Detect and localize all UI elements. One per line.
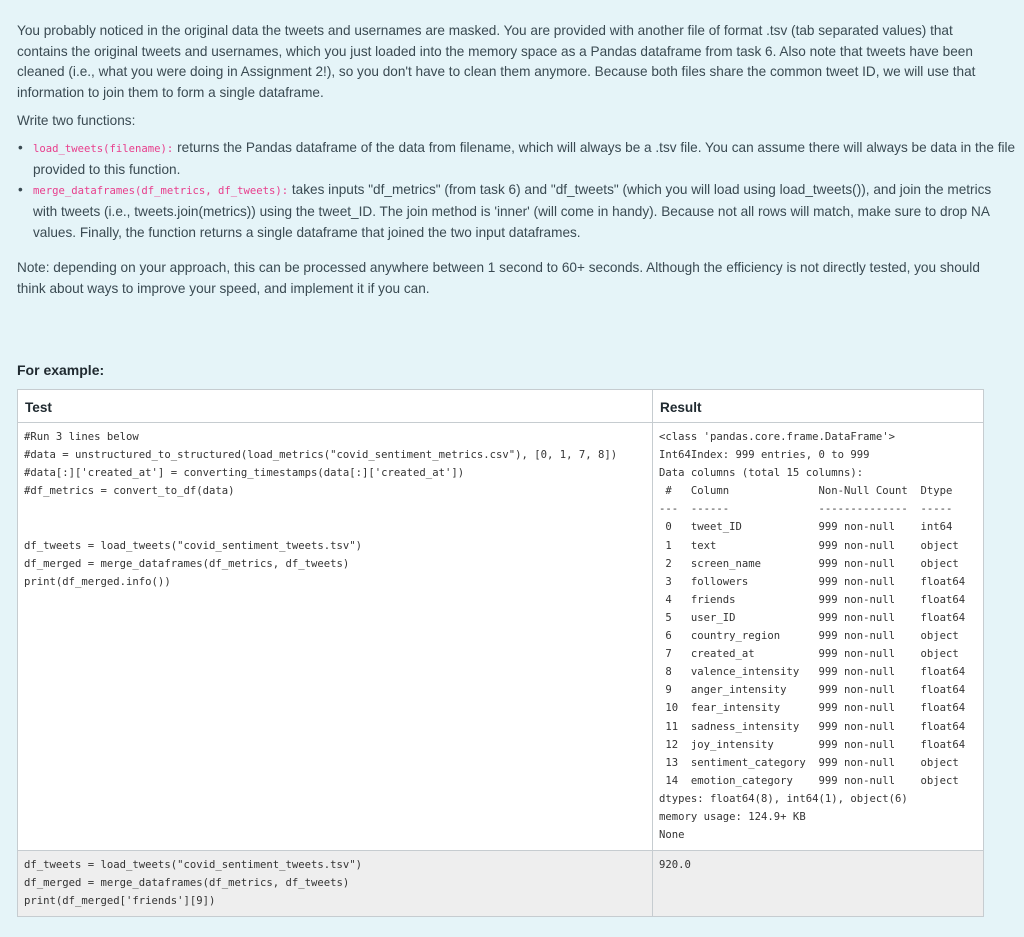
bullet-icon: • [18,140,23,155]
column-header-result: Result [652,389,984,423]
intro-paragraph: You probably noticed in the original dat… [17,23,976,101]
write-two-functions-text: Write two functions: [17,113,136,128]
column-header-test: Test [17,389,653,423]
table-header-row: Test Result [17,389,984,423]
result-output: <class 'pandas.core.frame.DataFrame'> In… [659,431,966,842]
test-code: df_tweets = load_tweets("covid_sentiment… [24,859,363,908]
test-cell: df_tweets = load_tweets("covid_sentiment… [17,850,653,918]
list-item: • merge_dataframes(df_metrics, df_tweets… [17,180,1017,243]
result-output: 920.0 [659,859,691,872]
example-heading: For example: [17,362,105,378]
list-item: • load_tweets(filename): returns the Pan… [17,138,1017,180]
note-paragraph: Note: depending on your approach, this c… [17,260,980,296]
test-cell: #Run 3 lines below #data = unstructured_… [17,421,653,852]
result-cell: 920.0 [652,850,984,918]
function-description: returns the Pandas dataframe of the data… [33,140,1016,177]
function-signature: load_tweets(filename): [33,143,174,155]
example-table: Test Result #Run 3 lines below #data = u… [17,389,984,918]
result-cell: <class 'pandas.core.frame.DataFrame'> In… [652,421,984,852]
table-row: df_tweets = load_tweets("covid_sentiment… [17,850,984,918]
table-row: #Run 3 lines below #data = unstructured_… [17,421,984,852]
bullet-icon: • [18,182,23,198]
function-list: • load_tweets(filename): returns the Pan… [17,138,1017,244]
function-signature: merge_dataframes(df_metrics, df_tweets): [33,185,289,198]
test-code: #Run 3 lines below #data = unstructured_… [24,431,618,588]
question-text-panel: You probably noticed in the original dat… [0,0,1024,937]
